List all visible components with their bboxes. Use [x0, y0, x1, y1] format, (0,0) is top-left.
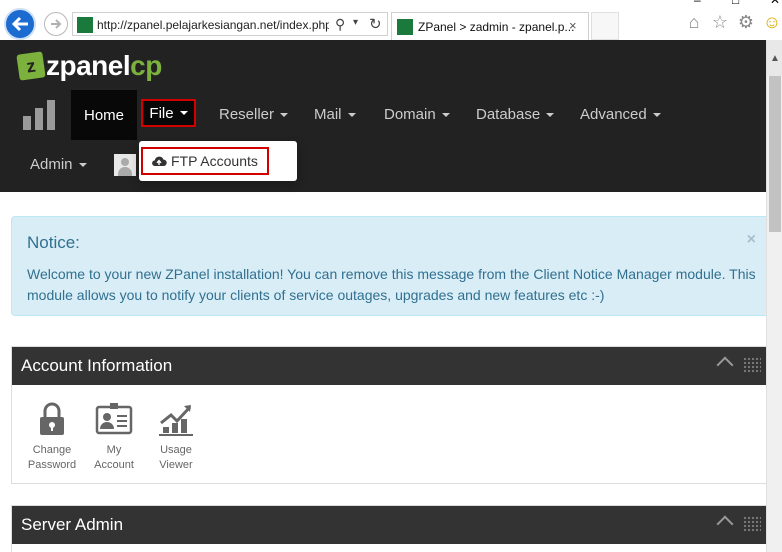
caret-down-icon [652, 113, 661, 118]
home-icon[interactable]: ⌂ [684, 12, 704, 33]
cloud-upload-icon [152, 156, 167, 167]
signal-bars-icon [23, 98, 55, 130]
nav-reseller[interactable]: Reseller [219, 106, 289, 123]
browser-toolbar-icons: ⌂ ☆ ⚙ ☺ [684, 12, 782, 33]
notice-alert: Notice: Welcome to your new ZPanel insta… [11, 216, 766, 316]
search-icon[interactable]: ⚲ [335, 16, 345, 33]
arrow-left-icon [11, 16, 28, 32]
tile-my-account[interactable]: My Account [90, 399, 138, 473]
panel-title: Server Admin [21, 515, 124, 534]
notice-body: Welcome to your new ZPanel installation!… [27, 266, 756, 303]
chevron-up-icon[interactable] [716, 356, 734, 374]
tab-title: ZPanel > zadmin - zpanel.p... [418, 20, 575, 34]
site-favicon-icon [77, 17, 93, 33]
maximize-button[interactable]: □ [732, 0, 739, 6]
tile-label: My Account [94, 444, 134, 471]
tile-label: Change Password [27, 444, 77, 471]
nav-admin[interactable]: Admin [30, 156, 87, 173]
settings-icon[interactable]: ⚙ [736, 12, 756, 33]
file-dropdown-menu: FTP Accounts [139, 141, 297, 181]
nav-database[interactable]: Database [476, 106, 555, 123]
forward-button[interactable] [44, 12, 68, 36]
nav-file[interactable]: File [141, 99, 196, 127]
close-window-button[interactable]: ✕ [770, 0, 780, 6]
feedback-smiley-icon[interactable]: ☺ [762, 12, 782, 33]
caret-down-icon [347, 113, 356, 118]
favorites-icon[interactable]: ☆ [710, 12, 730, 33]
minimize-button[interactable]: – [694, 0, 701, 6]
browser-tab[interactable]: ZPanel > zadmin - zpanel.p... × [391, 12, 589, 40]
chevron-up-icon[interactable] [716, 515, 734, 533]
nav-domain[interactable]: Domain [384, 106, 450, 123]
module-tiles: Change Password My Account Usage Viewer [28, 399, 200, 473]
close-icon[interactable]: × [747, 231, 756, 249]
new-tab-button[interactable] [591, 12, 619, 40]
menu-item-ftp-accounts[interactable]: FTP Accounts [141, 147, 269, 175]
account-information-panel: Account Information Change Password My A… [11, 346, 766, 484]
caret-down-icon [441, 113, 450, 118]
logo-text: zpanelcp [46, 50, 162, 81]
tile-label: Usage Viewer [159, 444, 193, 471]
caret-down-icon [546, 113, 555, 118]
browser-chrome: – □ ✕ http://zpanel.pelajarkesiangan.net… [0, 0, 782, 40]
vertical-scrollbar[interactable]: ▲ [766, 40, 782, 552]
refresh-icon[interactable]: ↻ [369, 15, 382, 33]
scroll-up-arrow-icon[interactable]: ▲ [767, 40, 782, 76]
tile-change-password[interactable]: Change Password [28, 399, 76, 473]
top-navbar: z zpanelcp Home File Reseller Mail Domai… [0, 40, 766, 192]
caret-down-icon [78, 163, 87, 168]
panel-header: Account Information [12, 347, 766, 385]
chart-icon [159, 405, 193, 436]
arrow-right-icon [51, 19, 62, 29]
panel-header: Server Admin [12, 506, 766, 544]
notice-title: Notice: [27, 233, 80, 252]
nav-mail[interactable]: Mail [314, 106, 356, 123]
user-avatar[interactable] [114, 154, 136, 176]
tab-close-icon[interactable]: × [569, 18, 577, 33]
server-admin-panel: Server Admin [11, 505, 766, 552]
back-button[interactable] [4, 8, 36, 40]
tab-favicon-icon [397, 19, 413, 35]
lock-icon [40, 402, 64, 435]
logo-mark: z [16, 51, 46, 81]
dropdown-arrow-icon[interactable]: ▾ [353, 17, 358, 28]
tile-usage-viewer[interactable]: Usage Viewer [152, 399, 200, 473]
zpanel-logo[interactable]: z zpanelcp [16, 50, 162, 82]
menu-item-label: FTP Accounts [171, 153, 258, 169]
caret-down-icon [179, 111, 188, 115]
scroll-thumb[interactable] [769, 76, 781, 232]
caret-down-icon [280, 113, 289, 118]
window-controls: – □ ✕ [662, 0, 782, 6]
id-card-icon [95, 403, 133, 435]
nav-advanced[interactable]: Advanced [580, 106, 661, 123]
address-url[interactable]: http://zpanel.pelajarkesiangan.net/index… [97, 18, 329, 32]
drag-grip-icon[interactable] [743, 357, 761, 373]
nav-home[interactable]: Home [71, 90, 137, 140]
panel-title: Account Information [21, 356, 173, 375]
address-bar[interactable]: http://zpanel.pelajarkesiangan.net/index… [72, 12, 388, 36]
page-viewport: z zpanelcp Home File Reseller Mail Domai… [0, 40, 766, 552]
drag-grip-icon[interactable] [743, 516, 761, 532]
